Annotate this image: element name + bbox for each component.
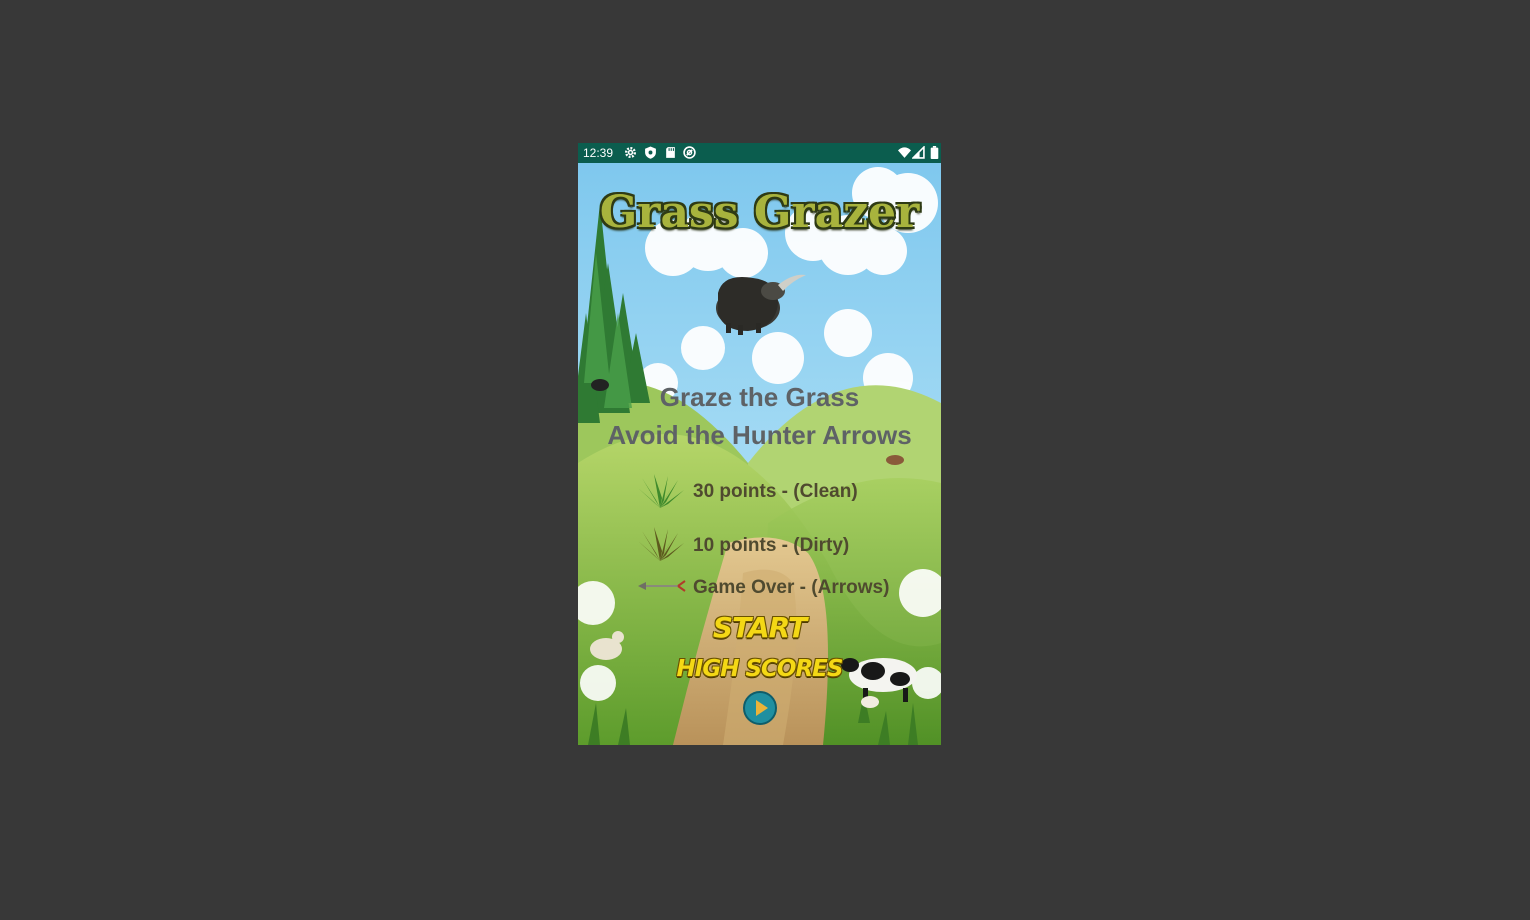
phone-screen: 12:39 Grass Grazer Graze the Grass Avoid… (578, 143, 941, 745)
game-title: Grass Grazer (599, 187, 920, 238)
settings-icon (624, 146, 637, 159)
legend-arrows: Game Over - (Arrows) (693, 577, 890, 598)
play-button[interactable] (743, 691, 777, 725)
wifi-icon (898, 147, 911, 158)
arrow-icon (638, 580, 686, 592)
shield-icon (645, 146, 656, 159)
game-screen: Grass Grazer Graze the Grass Avoid the H… (578, 163, 941, 745)
legend-dirty: 10 points - (Dirty) (693, 535, 850, 556)
sd-card-icon (666, 147, 675, 158)
instruction-line-2: Avoid the Hunter Arrows (607, 420, 912, 450)
clean-grass-icon (638, 474, 684, 508)
dirty-grass-icon (638, 527, 684, 561)
at-sign-icon (683, 146, 696, 159)
status-time: 12:39 (583, 146, 614, 160)
signal-icon (912, 146, 925, 159)
start-button[interactable]: START (578, 611, 941, 644)
high-scores-button[interactable]: HIGH SCORES (578, 656, 941, 682)
status-bar: 12:39 (578, 143, 941, 163)
legend-clean: 30 points - (Clean) (693, 481, 858, 502)
instruction-line-1: Graze the Grass (659, 382, 860, 412)
battery-icon (930, 146, 939, 159)
